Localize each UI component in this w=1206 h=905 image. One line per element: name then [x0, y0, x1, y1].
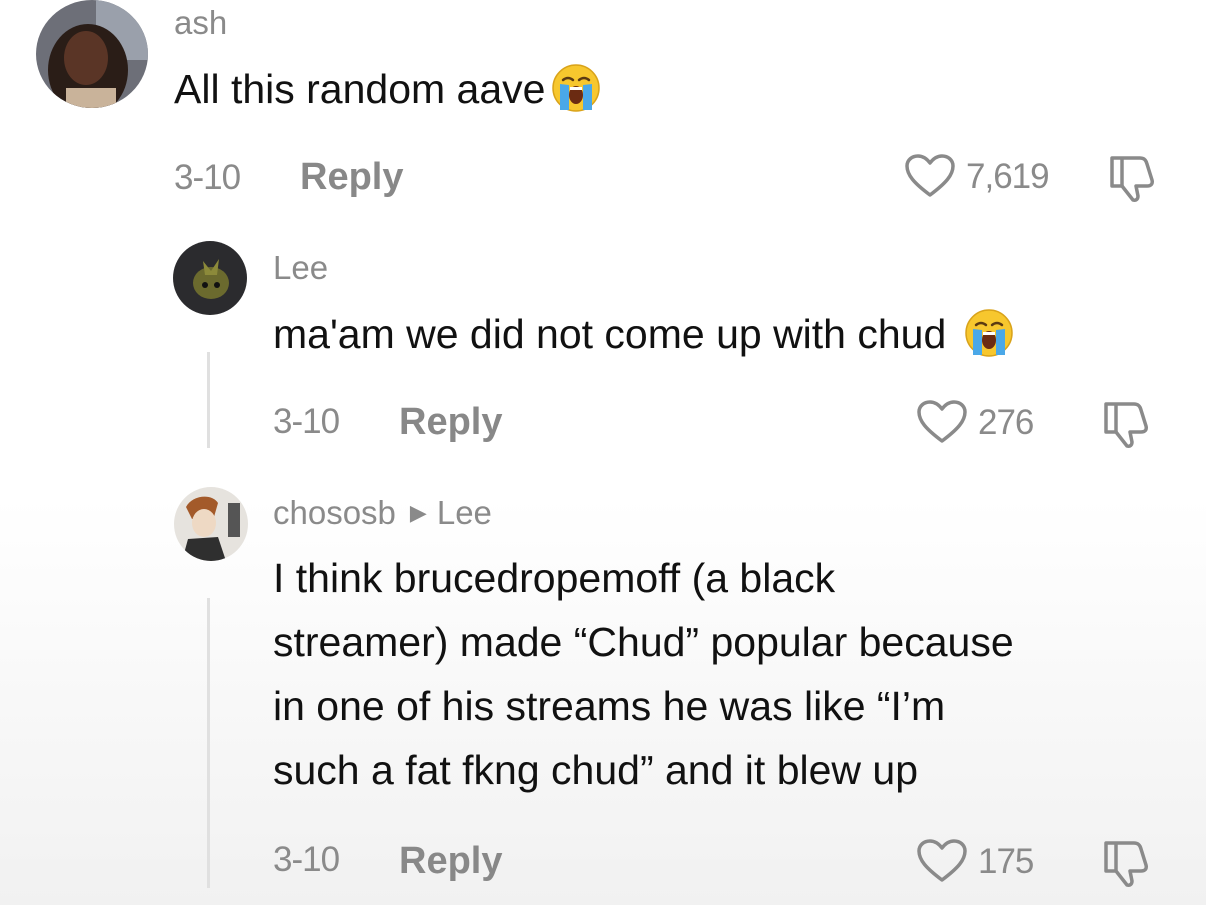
like-button[interactable]: 276 — [916, 399, 1034, 445]
comment-text: All this random aave — [174, 57, 601, 121]
comment-body: All this random aave — [174, 66, 546, 112]
reply-thread-line — [207, 352, 210, 448]
comment-date: 3-10 — [174, 158, 241, 197]
comment-body: ma'am we did not come up with chud — [273, 311, 947, 357]
heart-icon — [917, 400, 967, 443]
heart-icon — [905, 154, 955, 197]
reply-button[interactable]: Reply — [399, 403, 502, 441]
comment-username[interactable]: ash — [174, 6, 227, 39]
loudly-crying-face-icon — [551, 63, 601, 113]
comment-date: 3-10 — [273, 840, 340, 879]
reply-to-username[interactable]: Lee — [437, 494, 492, 531]
reply-button[interactable]: Reply — [399, 842, 502, 880]
comment-line: in one of his streams he was like “I’m — [273, 683, 946, 729]
comment-username[interactable]: Lee — [273, 251, 328, 284]
thumbs-down-icon — [1110, 156, 1154, 202]
comment-line: streamer) made “Chud” popular because — [273, 619, 1014, 665]
comment-text: ma'am we did not come up with chud — [273, 302, 1014, 366]
avatar[interactable] — [36, 0, 148, 108]
like-count: 175 — [978, 841, 1034, 881]
thumbs-down-icon — [1104, 841, 1148, 887]
like-button[interactable]: 7,619 — [904, 153, 1050, 199]
avatar[interactable] — [174, 487, 248, 561]
like-button[interactable]: 175 — [916, 838, 1034, 884]
dislike-button[interactable] — [1100, 398, 1152, 450]
reply-button[interactable]: Reply — [300, 158, 403, 196]
like-count: 276 — [978, 402, 1034, 442]
dislike-button[interactable] — [1106, 152, 1158, 204]
avatar[interactable] — [173, 241, 247, 315]
comment-text: I think brucedropemoff (a black streamer… — [273, 546, 1014, 802]
comment-line: I think brucedropemoff (a black — [273, 555, 836, 601]
comment-username: chososb ▶ Lee — [273, 496, 492, 529]
reply-thread-line — [207, 598, 210, 888]
like-count: 7,619 — [966, 156, 1050, 196]
comment-line: such a fat fkng chud” and it blew up — [273, 747, 919, 793]
heart-icon — [917, 839, 967, 882]
reply-author[interactable]: chososb — [273, 494, 396, 531]
loudly-crying-face-icon — [964, 308, 1014, 358]
thumbs-down-icon — [1104, 402, 1148, 448]
dislike-button[interactable] — [1100, 837, 1152, 889]
comment-date: 3-10 — [273, 402, 340, 441]
comment-thread: ash All this random aave 3-10 Reply 7,61… — [0, 0, 1206, 905]
reply-arrow-icon: ▶ — [409, 500, 427, 525]
